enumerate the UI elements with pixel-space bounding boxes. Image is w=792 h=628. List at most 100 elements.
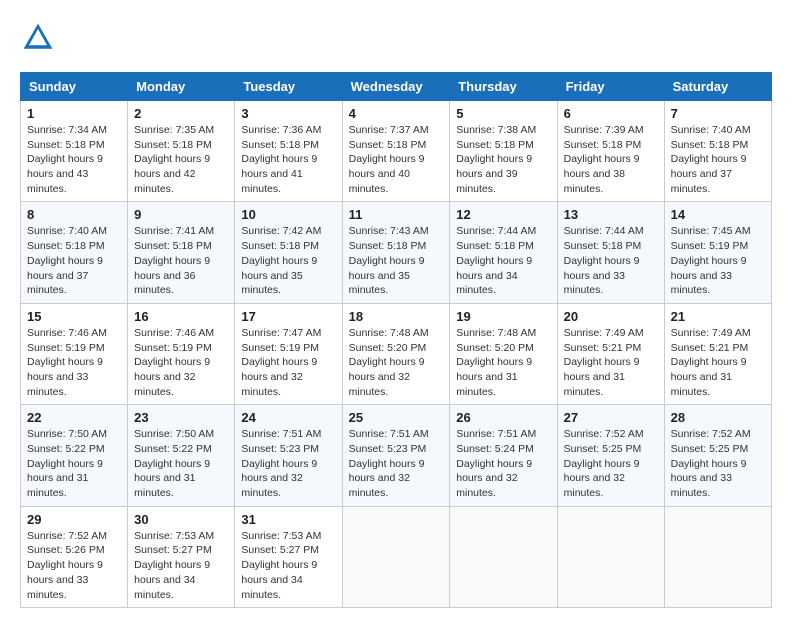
calendar-cell bbox=[557, 506, 664, 607]
calendar-cell: 11 Sunrise: 7:43 AM Sunset: 5:18 PM Dayl… bbox=[342, 202, 450, 303]
day-info: Sunrise: 7:50 AM Sunset: 5:22 PM Dayligh… bbox=[27, 427, 121, 500]
day-info: Sunrise: 7:50 AM Sunset: 5:22 PM Dayligh… bbox=[134, 427, 228, 500]
calendar-cell: 30 Sunrise: 7:53 AM Sunset: 5:27 PM Dayl… bbox=[128, 506, 235, 607]
weekday-header-friday: Friday bbox=[557, 73, 664, 101]
day-number: 9 bbox=[134, 207, 228, 222]
day-info: Sunrise: 7:53 AM Sunset: 5:27 PM Dayligh… bbox=[241, 529, 335, 602]
logo-icon bbox=[20, 20, 56, 56]
day-info: Sunrise: 7:48 AM Sunset: 5:20 PM Dayligh… bbox=[349, 326, 444, 399]
calendar-cell: 12 Sunrise: 7:44 AM Sunset: 5:18 PM Dayl… bbox=[450, 202, 557, 303]
day-number: 26 bbox=[456, 410, 550, 425]
day-info: Sunrise: 7:53 AM Sunset: 5:27 PM Dayligh… bbox=[134, 529, 228, 602]
weekday-header-tuesday: Tuesday bbox=[235, 73, 342, 101]
calendar-cell: 20 Sunrise: 7:49 AM Sunset: 5:21 PM Dayl… bbox=[557, 303, 664, 404]
day-number: 25 bbox=[349, 410, 444, 425]
calendar-cell: 22 Sunrise: 7:50 AM Sunset: 5:22 PM Dayl… bbox=[21, 405, 128, 506]
calendar-cell: 1 Sunrise: 7:34 AM Sunset: 5:18 PM Dayli… bbox=[21, 101, 128, 202]
day-number: 20 bbox=[564, 309, 658, 324]
calendar-cell: 14 Sunrise: 7:45 AM Sunset: 5:19 PM Dayl… bbox=[664, 202, 771, 303]
calendar-cell: 25 Sunrise: 7:51 AM Sunset: 5:23 PM Dayl… bbox=[342, 405, 450, 506]
day-number: 23 bbox=[134, 410, 228, 425]
calendar-table: SundayMondayTuesdayWednesdayThursdayFrid… bbox=[20, 72, 772, 608]
day-info: Sunrise: 7:52 AM Sunset: 5:26 PM Dayligh… bbox=[27, 529, 121, 602]
calendar-cell: 23 Sunrise: 7:50 AM Sunset: 5:22 PM Dayl… bbox=[128, 405, 235, 506]
calendar-cell bbox=[664, 506, 771, 607]
weekday-header-sunday: Sunday bbox=[21, 73, 128, 101]
day-number: 8 bbox=[27, 207, 121, 222]
day-info: Sunrise: 7:41 AM Sunset: 5:18 PM Dayligh… bbox=[134, 224, 228, 297]
calendar-cell: 29 Sunrise: 7:52 AM Sunset: 5:26 PM Dayl… bbox=[21, 506, 128, 607]
calendar-cell: 19 Sunrise: 7:48 AM Sunset: 5:20 PM Dayl… bbox=[450, 303, 557, 404]
day-info: Sunrise: 7:52 AM Sunset: 5:25 PM Dayligh… bbox=[564, 427, 658, 500]
day-number: 3 bbox=[241, 106, 335, 121]
day-number: 28 bbox=[671, 410, 765, 425]
calendar-cell: 28 Sunrise: 7:52 AM Sunset: 5:25 PM Dayl… bbox=[664, 405, 771, 506]
calendar-cell: 8 Sunrise: 7:40 AM Sunset: 5:18 PM Dayli… bbox=[21, 202, 128, 303]
day-info: Sunrise: 7:49 AM Sunset: 5:21 PM Dayligh… bbox=[564, 326, 658, 399]
day-info: Sunrise: 7:43 AM Sunset: 5:18 PM Dayligh… bbox=[349, 224, 444, 297]
day-info: Sunrise: 7:52 AM Sunset: 5:25 PM Dayligh… bbox=[671, 427, 765, 500]
day-number: 7 bbox=[671, 106, 765, 121]
week-row-5: 29 Sunrise: 7:52 AM Sunset: 5:26 PM Dayl… bbox=[21, 506, 772, 607]
day-number: 6 bbox=[564, 106, 658, 121]
day-info: Sunrise: 7:40 AM Sunset: 5:18 PM Dayligh… bbox=[671, 123, 765, 196]
logo bbox=[20, 20, 62, 56]
day-number: 18 bbox=[349, 309, 444, 324]
calendar-cell: 16 Sunrise: 7:46 AM Sunset: 5:19 PM Dayl… bbox=[128, 303, 235, 404]
day-number: 27 bbox=[564, 410, 658, 425]
day-number: 5 bbox=[456, 106, 550, 121]
calendar-cell bbox=[342, 506, 450, 607]
day-number: 16 bbox=[134, 309, 228, 324]
calendar-cell: 18 Sunrise: 7:48 AM Sunset: 5:20 PM Dayl… bbox=[342, 303, 450, 404]
day-info: Sunrise: 7:40 AM Sunset: 5:18 PM Dayligh… bbox=[27, 224, 121, 297]
day-info: Sunrise: 7:46 AM Sunset: 5:19 PM Dayligh… bbox=[27, 326, 121, 399]
weekday-header-thursday: Thursday bbox=[450, 73, 557, 101]
week-row-1: 1 Sunrise: 7:34 AM Sunset: 5:18 PM Dayli… bbox=[21, 101, 772, 202]
day-number: 17 bbox=[241, 309, 335, 324]
day-number: 19 bbox=[456, 309, 550, 324]
day-info: Sunrise: 7:34 AM Sunset: 5:18 PM Dayligh… bbox=[27, 123, 121, 196]
day-info: Sunrise: 7:51 AM Sunset: 5:23 PM Dayligh… bbox=[349, 427, 444, 500]
calendar-cell: 10 Sunrise: 7:42 AM Sunset: 5:18 PM Dayl… bbox=[235, 202, 342, 303]
calendar-cell: 21 Sunrise: 7:49 AM Sunset: 5:21 PM Dayl… bbox=[664, 303, 771, 404]
day-number: 30 bbox=[134, 512, 228, 527]
day-info: Sunrise: 7:45 AM Sunset: 5:19 PM Dayligh… bbox=[671, 224, 765, 297]
day-number: 11 bbox=[349, 207, 444, 222]
weekday-header-row: SundayMondayTuesdayWednesdayThursdayFrid… bbox=[21, 73, 772, 101]
day-number: 21 bbox=[671, 309, 765, 324]
day-info: Sunrise: 7:37 AM Sunset: 5:18 PM Dayligh… bbox=[349, 123, 444, 196]
day-info: Sunrise: 7:38 AM Sunset: 5:18 PM Dayligh… bbox=[456, 123, 550, 196]
day-number: 24 bbox=[241, 410, 335, 425]
week-row-2: 8 Sunrise: 7:40 AM Sunset: 5:18 PM Dayli… bbox=[21, 202, 772, 303]
calendar-cell: 4 Sunrise: 7:37 AM Sunset: 5:18 PM Dayli… bbox=[342, 101, 450, 202]
day-number: 15 bbox=[27, 309, 121, 324]
weekday-header-wednesday: Wednesday bbox=[342, 73, 450, 101]
day-info: Sunrise: 7:44 AM Sunset: 5:18 PM Dayligh… bbox=[456, 224, 550, 297]
day-info: Sunrise: 7:51 AM Sunset: 5:23 PM Dayligh… bbox=[241, 427, 335, 500]
calendar-cell: 3 Sunrise: 7:36 AM Sunset: 5:18 PM Dayli… bbox=[235, 101, 342, 202]
day-info: Sunrise: 7:39 AM Sunset: 5:18 PM Dayligh… bbox=[564, 123, 658, 196]
day-number: 12 bbox=[456, 207, 550, 222]
day-info: Sunrise: 7:42 AM Sunset: 5:18 PM Dayligh… bbox=[241, 224, 335, 297]
calendar-cell: 31 Sunrise: 7:53 AM Sunset: 5:27 PM Dayl… bbox=[235, 506, 342, 607]
calendar-cell: 27 Sunrise: 7:52 AM Sunset: 5:25 PM Dayl… bbox=[557, 405, 664, 506]
calendar-cell: 24 Sunrise: 7:51 AM Sunset: 5:23 PM Dayl… bbox=[235, 405, 342, 506]
day-number: 14 bbox=[671, 207, 765, 222]
weekday-header-monday: Monday bbox=[128, 73, 235, 101]
day-number: 1 bbox=[27, 106, 121, 121]
calendar-cell: 9 Sunrise: 7:41 AM Sunset: 5:18 PM Dayli… bbox=[128, 202, 235, 303]
day-info: Sunrise: 7:51 AM Sunset: 5:24 PM Dayligh… bbox=[456, 427, 550, 500]
day-number: 31 bbox=[241, 512, 335, 527]
day-number: 13 bbox=[564, 207, 658, 222]
day-info: Sunrise: 7:48 AM Sunset: 5:20 PM Dayligh… bbox=[456, 326, 550, 399]
calendar-cell: 7 Sunrise: 7:40 AM Sunset: 5:18 PM Dayli… bbox=[664, 101, 771, 202]
day-number: 4 bbox=[349, 106, 444, 121]
calendar-cell: 13 Sunrise: 7:44 AM Sunset: 5:18 PM Dayl… bbox=[557, 202, 664, 303]
weekday-header-saturday: Saturday bbox=[664, 73, 771, 101]
page-header bbox=[20, 20, 772, 56]
week-row-3: 15 Sunrise: 7:46 AM Sunset: 5:19 PM Dayl… bbox=[21, 303, 772, 404]
day-number: 29 bbox=[27, 512, 121, 527]
calendar-cell: 26 Sunrise: 7:51 AM Sunset: 5:24 PM Dayl… bbox=[450, 405, 557, 506]
week-row-4: 22 Sunrise: 7:50 AM Sunset: 5:22 PM Dayl… bbox=[21, 405, 772, 506]
calendar-cell: 6 Sunrise: 7:39 AM Sunset: 5:18 PM Dayli… bbox=[557, 101, 664, 202]
